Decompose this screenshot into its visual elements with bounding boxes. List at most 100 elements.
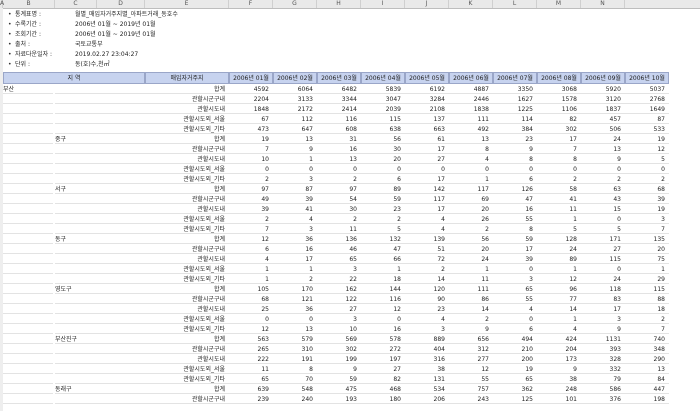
value-cell[interactable]: 75 bbox=[625, 255, 669, 264]
region-cell[interactable] bbox=[3, 335, 53, 344]
value-cell[interactable]: 84 bbox=[625, 375, 669, 384]
value-cell[interactable]: 36 bbox=[273, 305, 317, 314]
value-cell[interactable]: 4887 bbox=[449, 85, 493, 94]
value-cell[interactable]: 20 bbox=[449, 205, 493, 214]
value-cell[interactable]: 173 bbox=[537, 355, 581, 364]
value-cell[interactable]: 55 bbox=[493, 215, 537, 224]
value-cell[interactable]: 240 bbox=[273, 395, 317, 404]
value-cell[interactable]: 1 bbox=[273, 265, 317, 274]
region-cell[interactable] bbox=[3, 185, 53, 194]
region-cell[interactable] bbox=[3, 235, 53, 244]
category-cell[interactable]: 관할시도내 bbox=[145, 255, 229, 264]
value-cell[interactable]: 312 bbox=[449, 345, 493, 354]
value-cell[interactable]: 5839 bbox=[361, 85, 405, 94]
category-cell[interactable]: 합계 bbox=[145, 135, 229, 144]
column-letter[interactable]: H bbox=[317, 0, 361, 8]
value-cell[interactable]: 193 bbox=[317, 395, 361, 404]
value-cell[interactable]: 12 bbox=[625, 145, 669, 154]
value-cell[interactable]: 5 bbox=[581, 225, 625, 234]
value-cell[interactable]: 38 bbox=[405, 365, 449, 374]
value-cell[interactable]: 277 bbox=[449, 355, 493, 364]
value-cell[interactable]: 2 bbox=[229, 215, 273, 224]
value-cell[interactable]: 0 bbox=[317, 165, 361, 174]
value-cell[interactable]: 1 bbox=[537, 265, 581, 274]
value-cell[interactable]: 96 bbox=[537, 285, 581, 294]
region-cell[interactable] bbox=[3, 215, 53, 224]
subregion-cell[interactable]: 부산진구 bbox=[55, 335, 145, 344]
subregion-cell[interactable] bbox=[55, 295, 145, 304]
value-cell[interactable]: 9 bbox=[449, 325, 493, 334]
value-cell[interactable]: 79 bbox=[581, 375, 625, 384]
value-cell[interactable]: 6 bbox=[493, 175, 537, 184]
column-letter[interactable]: L bbox=[493, 0, 537, 8]
value-cell[interactable]: 0 bbox=[229, 315, 273, 324]
category-cell[interactable]: 관할시군구내 bbox=[145, 145, 229, 154]
value-cell[interactable]: 77 bbox=[537, 295, 581, 304]
value-cell[interactable]: 24 bbox=[581, 135, 625, 144]
value-cell[interactable]: 116 bbox=[317, 115, 361, 124]
value-cell[interactable]: 1106 bbox=[537, 105, 581, 114]
value-cell[interactable]: 8 bbox=[493, 155, 537, 164]
value-cell[interactable]: 6 bbox=[229, 245, 273, 254]
value-cell[interactable]: 56 bbox=[361, 135, 405, 144]
value-cell[interactable]: 16 bbox=[317, 145, 361, 154]
value-cell[interactable]: 5037 bbox=[625, 85, 669, 94]
value-cell[interactable]: 51 bbox=[405, 245, 449, 254]
value-cell[interactable]: 0 bbox=[273, 165, 317, 174]
value-cell[interactable]: 2 bbox=[625, 315, 669, 324]
subregion-cell[interactable] bbox=[55, 265, 145, 274]
value-cell[interactable]: 198 bbox=[625, 395, 669, 404]
value-cell[interactable]: 9 bbox=[537, 365, 581, 374]
value-cell[interactable]: 656 bbox=[449, 335, 493, 344]
column-letter[interactable]: E bbox=[145, 0, 229, 8]
category-cell[interactable]: 관할시군구내 bbox=[145, 95, 229, 104]
value-cell[interactable]: 17 bbox=[493, 245, 537, 254]
subregion-cell[interactable] bbox=[55, 225, 145, 234]
category-cell[interactable]: 관할시도내 bbox=[145, 305, 229, 314]
value-cell[interactable]: 90 bbox=[405, 295, 449, 304]
value-cell[interactable]: 4 bbox=[537, 325, 581, 334]
value-cell[interactable]: 2 bbox=[449, 315, 493, 324]
value-cell[interactable]: 0 bbox=[493, 265, 537, 274]
value-cell[interactable]: 2 bbox=[449, 225, 493, 234]
subregion-cell[interactable] bbox=[55, 105, 145, 114]
value-cell[interactable]: 88 bbox=[625, 295, 669, 304]
subregion-cell[interactable] bbox=[55, 165, 145, 174]
value-cell[interactable]: 2172 bbox=[273, 105, 317, 114]
value-cell[interactable]: 139 bbox=[405, 235, 449, 244]
value-cell[interactable]: 191 bbox=[273, 355, 317, 364]
value-cell[interactable]: 112 bbox=[273, 115, 317, 124]
value-cell[interactable]: 1848 bbox=[229, 105, 273, 114]
value-cell[interactable]: 1225 bbox=[493, 105, 537, 114]
category-cell[interactable]: 관할시군구내 bbox=[145, 395, 229, 404]
value-cell[interactable]: 120 bbox=[405, 285, 449, 294]
value-cell[interactable]: 55 bbox=[449, 375, 493, 384]
column-letter[interactable]: N bbox=[581, 0, 625, 8]
region-cell[interactable] bbox=[3, 375, 53, 384]
column-letter[interactable]: I bbox=[361, 0, 405, 8]
region-cell[interactable] bbox=[3, 105, 53, 114]
value-cell[interactable]: 1 bbox=[537, 215, 581, 224]
region-cell[interactable] bbox=[3, 135, 53, 144]
value-cell[interactable]: 19 bbox=[493, 365, 537, 374]
region-cell[interactable] bbox=[3, 305, 53, 314]
value-cell[interactable]: 97 bbox=[229, 185, 273, 194]
value-cell[interactable]: 239 bbox=[229, 395, 273, 404]
column-letter[interactable]: G bbox=[273, 0, 317, 8]
value-cell[interactable]: 97 bbox=[317, 185, 361, 194]
value-cell[interactable]: 11 bbox=[317, 225, 361, 234]
value-cell[interactable]: 10 bbox=[229, 155, 273, 164]
value-cell[interactable]: 20 bbox=[449, 245, 493, 254]
value-cell[interactable]: 56 bbox=[449, 235, 493, 244]
value-cell[interactable]: 200 bbox=[493, 355, 537, 364]
category-cell[interactable]: 관할시군구내 bbox=[145, 295, 229, 304]
value-cell[interactable]: 3344 bbox=[317, 95, 361, 104]
category-cell[interactable]: 관할시도내 bbox=[145, 355, 229, 364]
value-cell[interactable]: 12 bbox=[361, 305, 405, 314]
category-cell[interactable]: 관할시군구내 bbox=[145, 195, 229, 204]
value-cell[interactable]: 69 bbox=[449, 195, 493, 204]
value-cell[interactable]: 13 bbox=[273, 135, 317, 144]
value-cell[interactable]: 569 bbox=[317, 335, 361, 344]
value-cell[interactable]: 0 bbox=[537, 165, 581, 174]
value-cell[interactable]: 14 bbox=[537, 305, 581, 314]
